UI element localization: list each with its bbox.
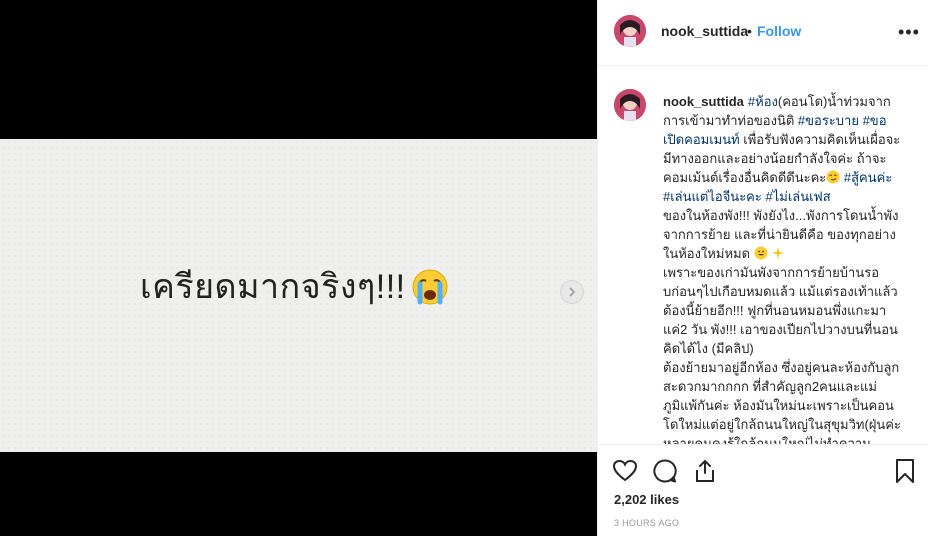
next-image-button[interactable] [560,280,584,304]
grin-emoji-icon [754,246,768,260]
share-icon[interactable] [692,458,718,484]
hashtag-link[interactable]: #เล่นแต่ไอจีนะคะ [663,189,762,204]
photo-text: เครียดมากจริงๆ!!! [140,268,406,306]
profile-photo-icon [614,89,646,121]
post-header: nook_suttida • Follow ••• [598,0,928,66]
caption-avatar[interactable] [614,89,646,121]
caption-username[interactable]: nook_suttida [663,94,744,109]
post-media: เครียดมากจริงๆ!!! [0,0,597,536]
post-caption: nook_suttida #ห้อง(คอนโด)น้ำท่วมจากการเข้… [663,92,903,444]
smirk-emoji-icon [826,170,840,184]
heart-icon[interactable] [612,458,638,484]
sparkles-emoji-icon [772,247,785,259]
header-separator: • [747,23,752,39]
more-options-button[interactable]: ••• [898,22,920,43]
header-username[interactable]: nook_suttida [661,23,748,39]
crying-face-emoji-icon [412,269,448,305]
follow-button[interactable]: Follow [757,23,801,39]
post-actions: 2,202 likes 3 HOURS AGO [598,444,928,536]
comment-icon[interactable] [652,458,678,484]
post-sidebar: nook_suttida • Follow ••• nook_suttida #ห… [597,0,928,536]
photo-caption-text: เครียดมากจริงๆ!!! [140,259,450,313]
caption-text: #ห้อง(คอนโด)น้ำท่วมจากการเข้ามาทำท่อของน… [663,94,900,204]
post-photo: เครียดมากจริงๆ!!! [0,139,597,452]
chevron-right-icon [569,287,576,297]
post-timestamp[interactable]: 3 HOURS AGO [614,518,679,528]
bookmark-icon[interactable] [892,458,918,484]
hashtag-link[interactable]: #สู้คนค่ะ [844,170,892,185]
hashtag-link[interactable]: #ไม่เล่นเฟส [765,189,830,204]
hashtag-link[interactable]: #ขอระบาย [798,113,859,128]
avatar[interactable] [614,15,646,47]
caption-paragraph: ของในห้องพัง!!! พังยังไง...พังการโดนน้ำพ… [663,208,899,261]
profile-photo-icon [614,15,646,47]
caption-paragraph: ต้องย้ายมาอยู่อีกห้อง ซึ่งอยู่คนละห้องกั… [663,360,901,444]
likes-count[interactable]: 2,202 likes [614,492,679,507]
caption-paragraph: เพราะของเก่ามันพังจากการย้ายบ้านรอบก่อนๆ… [663,265,898,356]
hashtag-link[interactable]: #ห้อง [748,94,778,109]
comments-area[interactable]: nook_suttida #ห้อง(คอนโด)น้ำท่วมจากการเข้… [598,66,928,444]
